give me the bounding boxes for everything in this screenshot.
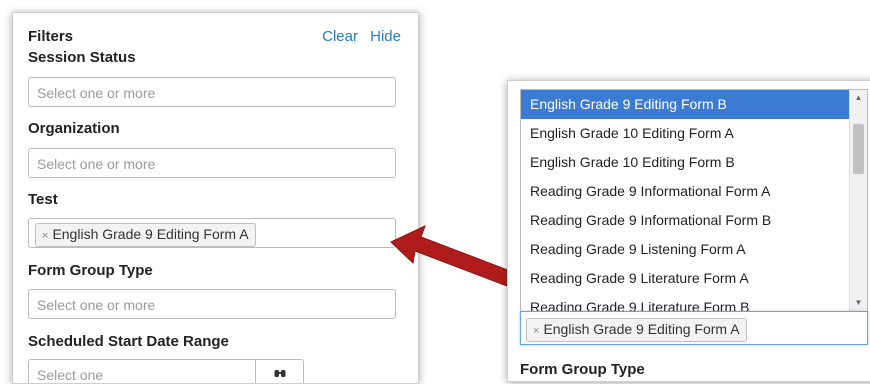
test-input[interactable]: × English Grade 9 Editing Form A <box>28 218 396 248</box>
hide-link[interactable]: Hide <box>370 28 401 45</box>
red-pointer-arrow-icon <box>390 225 514 287</box>
session-status-input[interactable]: Select one or more <box>28 77 396 107</box>
test-chip: × English Grade 9 Editing Form A <box>35 223 256 247</box>
clear-link[interactable]: Clear <box>322 28 358 45</box>
scroll-up-icon[interactable]: ▲ <box>850 90 867 106</box>
dropdown-panel: English Grade 9 Editing Form B English G… <box>507 80 870 382</box>
form-group-type-input[interactable]: Select one or more <box>28 289 396 319</box>
selected-test-chip-label: English Grade 9 Editing Form A <box>543 321 740 337</box>
test-label: Test <box>28 191 58 208</box>
filter-panel: Filters Clear Hide Session Status Select… <box>12 12 419 384</box>
scheduled-start-label: Scheduled Start Date Range <box>28 333 229 350</box>
session-status-label: Session Status <box>28 49 136 66</box>
calendar-button[interactable] <box>255 359 304 383</box>
dropdown-scrollbar[interactable]: ▲ ▼ <box>849 90 867 311</box>
calendar-icon <box>274 370 286 377</box>
selected-test-chip: × English Grade 9 Editing Form A <box>526 318 747 342</box>
filters-title: Filters <box>28 28 74 45</box>
form-group-type-label: Form Group Type <box>520 361 645 378</box>
option-item[interactable]: English Grade 10 Editing Form A <box>521 119 867 148</box>
option-item[interactable]: Reading Grade 9 Literature Form A <box>521 264 867 293</box>
filter-actions: Clear Hide <box>322 28 401 45</box>
scrollbar-thumb[interactable] <box>853 124 864 174</box>
test-input-active[interactable]: × English Grade 9 Editing Form A <box>520 311 868 345</box>
option-item[interactable]: English Grade 9 Editing Form B <box>521 90 867 119</box>
organization-label: Organization <box>28 120 120 137</box>
test-options-list[interactable]: English Grade 9 Editing Form B English G… <box>520 89 868 311</box>
option-item[interactable]: English Grade 10 Editing Form B <box>521 148 867 177</box>
organization-input[interactable]: Select one or more <box>28 148 396 178</box>
option-item[interactable]: Reading Grade 9 Literature Form B <box>521 293 867 311</box>
option-item[interactable]: Reading Grade 9 Informational Form B <box>521 206 867 235</box>
scroll-down-icon[interactable]: ▼ <box>850 295 867 311</box>
option-item[interactable]: Reading Grade 9 Informational Form A <box>521 177 867 206</box>
chip-remove-icon[interactable]: × <box>533 325 539 337</box>
chip-remove-icon[interactable]: × <box>42 230 48 242</box>
form-group-type-label: Form Group Type <box>28 262 153 279</box>
test-chip-label: English Grade 9 Editing Form A <box>52 226 249 242</box>
option-item[interactable]: Reading Grade 9 Listening Form A <box>521 235 867 264</box>
